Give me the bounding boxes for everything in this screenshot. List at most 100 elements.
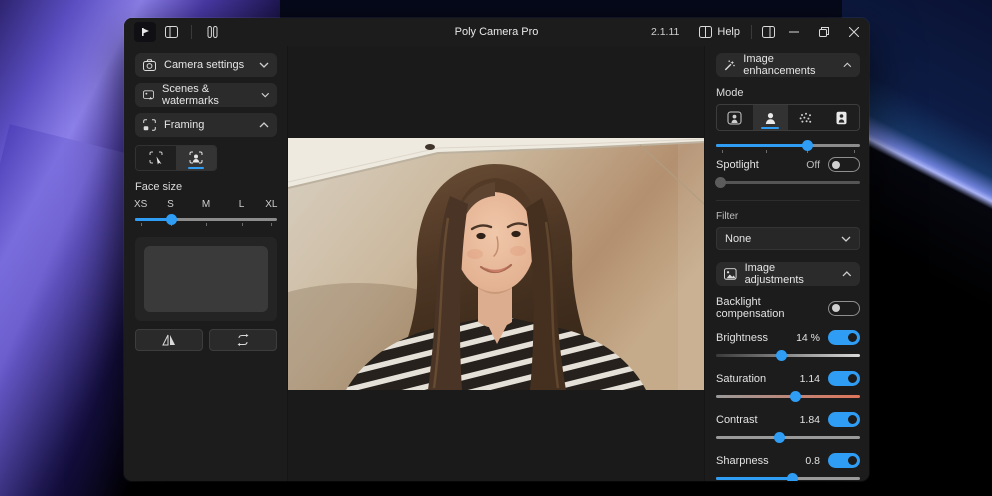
section-image-enhancements[interactable]: Image enhancements: [716, 53, 860, 77]
size-m: M: [202, 199, 210, 210]
sharpness-value: 0.8: [805, 455, 828, 467]
restore-button[interactable]: [809, 18, 839, 46]
chevron-up-icon: [843, 62, 852, 68]
mode-label: Mode: [716, 87, 860, 99]
person-badge-icon: [834, 111, 849, 125]
filter-dropdown[interactable]: None: [716, 227, 860, 250]
backlight-toggle[interactable]: [828, 301, 860, 316]
face-size-label: Face size: [135, 181, 277, 193]
spotlight-slider: [716, 176, 860, 188]
separator: [716, 200, 860, 201]
face-size-slider-thumb[interactable]: [166, 214, 177, 225]
framing-icon: [143, 119, 156, 131]
swap-camera-button[interactable]: [209, 329, 277, 351]
mode-intensity-slider-thumb[interactable]: [802, 140, 813, 151]
section-label: Image enhancements: [743, 53, 835, 77]
framing-mode-toggle: [135, 145, 217, 171]
person-filled-icon: [763, 111, 778, 125]
help-book-icon: [699, 26, 712, 38]
size-s: S: [167, 199, 174, 210]
help-label: Help: [717, 26, 740, 38]
person-outline-frame-icon: [727, 111, 742, 125]
section-image-adjustments[interactable]: Image adjustments: [716, 262, 860, 286]
section-label: Framing: [164, 119, 204, 131]
right-panel: Image enhancements Mode: [705, 46, 869, 481]
app-window: Poly Camera Pro 2.1.11 Help: [124, 18, 869, 481]
mode-segmented-control: [716, 104, 860, 131]
contrast-slider[interactable]: [716, 431, 860, 443]
brightness-toggle[interactable]: [828, 330, 860, 345]
saturation-label: Saturation: [716, 373, 766, 385]
framing-preview-container: [135, 237, 277, 321]
brightness-slider[interactable]: [716, 349, 860, 361]
image-icon: [724, 268, 737, 280]
sharpness-slider[interactable]: [716, 472, 860, 481]
app-version: 2.1.11: [651, 26, 679, 38]
titlebar-divider: [191, 25, 192, 39]
section-camera-settings[interactable]: Camera settings: [135, 53, 277, 77]
mode-portrait-button[interactable]: [753, 105, 789, 130]
sharpness-slider-thumb[interactable]: [787, 473, 798, 481]
brightness-slider-thumb[interactable]: [776, 350, 787, 361]
sidebar-toggle-icon[interactable]: [160, 22, 182, 42]
saturation-value: 1.14: [800, 373, 828, 385]
face-size-scale: XS S M L XL: [135, 199, 277, 211]
mode-badge-button[interactable]: [824, 105, 860, 130]
panel-toggle-icon[interactable]: [757, 22, 779, 42]
tracking-frame-icon: [149, 151, 164, 165]
scenes-icon: [143, 89, 154, 101]
chevron-down-icon: [261, 92, 269, 98]
contrast-slider-thumb[interactable]: [774, 432, 785, 443]
contrast-toggle[interactable]: [828, 412, 860, 427]
chevron-down-icon: [841, 236, 851, 242]
section-label: Scenes & watermarks: [162, 83, 253, 107]
tracking-mode-button[interactable]: [136, 146, 176, 170]
section-framing[interactable]: Framing: [135, 113, 277, 137]
video-stage: [287, 46, 705, 481]
blur-sparkle-icon: [798, 111, 813, 125]
size-xl: XL: [265, 199, 277, 210]
help-button[interactable]: Help: [693, 22, 746, 42]
filter-label: Filter: [716, 211, 860, 222]
section-scenes-watermarks[interactable]: Scenes & watermarks: [135, 83, 277, 107]
size-l: L: [239, 199, 245, 210]
spotlight-state: Off: [806, 159, 828, 171]
magic-wand-icon: [724, 59, 735, 72]
size-xs: XS: [134, 199, 147, 210]
swap-icon: [236, 334, 250, 346]
mode-background-blur-button[interactable]: [788, 105, 824, 130]
saturation-toggle[interactable]: [828, 371, 860, 386]
mode-intensity-slider[interactable]: [716, 139, 860, 151]
backlight-label: Backlight compensation: [716, 296, 828, 320]
titlebar-divider-2: [751, 25, 752, 39]
framing-preview-box: [144, 246, 268, 312]
flip-horizontal-button[interactable]: [135, 329, 203, 351]
face-frame-mode-button[interactable]: [176, 146, 216, 170]
sharpness-toggle[interactable]: [828, 453, 860, 468]
spotlight-slider-thumb: [715, 177, 726, 188]
spotlight-toggle[interactable]: [828, 157, 860, 172]
section-label: Image adjustments: [745, 262, 835, 286]
chevron-up-icon: [259, 122, 269, 128]
chevron-up-icon: [842, 271, 852, 277]
poly-logo-icon: [134, 22, 156, 42]
titlebar[interactable]: Poly Camera Pro 2.1.11 Help: [124, 18, 869, 46]
split-view-icon[interactable]: [201, 22, 223, 42]
saturation-slider-thumb[interactable]: [790, 391, 801, 402]
close-button[interactable]: [839, 18, 869, 46]
section-label: Camera settings: [164, 59, 244, 71]
flip-horizontal-icon: [162, 334, 176, 346]
spotlight-label: Spotlight: [716, 159, 759, 171]
mode-standard-button[interactable]: [717, 105, 753, 130]
brightness-label: Brightness: [716, 332, 768, 344]
filter-value: None: [725, 233, 751, 245]
sharpness-label: Sharpness: [716, 455, 769, 467]
contrast-label: Contrast: [716, 414, 758, 426]
face-size-slider[interactable]: [135, 213, 277, 225]
saturation-slider[interactable]: [716, 390, 860, 402]
camera-icon: [143, 59, 156, 71]
minimize-button[interactable]: [779, 18, 809, 46]
contrast-value: 1.84: [800, 414, 828, 426]
brightness-value: 14 %: [796, 332, 828, 344]
camera-video-feed: [288, 138, 704, 390]
